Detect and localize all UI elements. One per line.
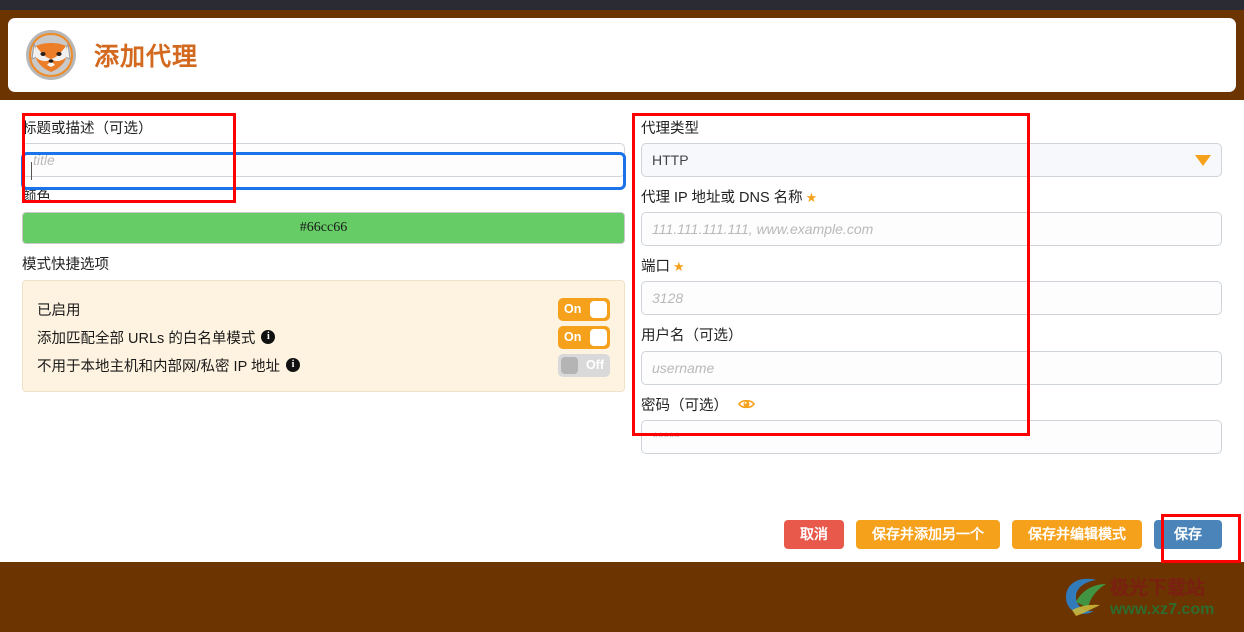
toggle-row-whitelist: 添加匹配全部 URLs 的白名单模式 i On (37, 323, 610, 351)
host-label: 代理 IP 地址或 DNS 名称 ★ (641, 189, 1222, 207)
text-cursor (31, 162, 32, 180)
host-input[interactable] (641, 212, 1222, 247)
username-input[interactable] (641, 350, 1222, 385)
proxy-type-group: 代理类型 (641, 120, 1222, 178)
toggle-state-whitelist: On (564, 330, 582, 345)
host-group: 代理 IP 地址或 DNS 名称 ★ (641, 189, 1222, 247)
save-and-edit-patterns-button[interactable]: 保存并编辑模式 (1012, 520, 1142, 549)
cancel-button[interactable]: 取消 (784, 520, 844, 549)
info-icon[interactable]: i (261, 330, 276, 345)
password-group: 密码（可选） (641, 397, 1222, 454)
toggle-label-localhost: 不用于本地主机和内部网/私密 IP 地址 (37, 358, 281, 375)
proxy-type-label: 代理类型 (641, 121, 699, 137)
star-icon: ★ (673, 259, 685, 275)
toggle-row-enabled: 已启用 On (37, 295, 610, 323)
toggle-label-enabled: 已启用 (37, 302, 81, 319)
toggle-whitelist[interactable]: On (558, 325, 610, 349)
action-button-bar: 取消 保存并添加另一个 保存并编辑模式 保存 (641, 520, 1222, 549)
svg-text:极光下载站: 极光下载站 (1110, 576, 1205, 599)
port-label-text: 端口 (641, 259, 670, 276)
password-label-text: 密码（可选） (641, 397, 728, 414)
toggle-knob (561, 356, 578, 374)
port-input[interactable] (641, 281, 1222, 316)
page-title: 添加代理 (94, 43, 199, 71)
color-field-group: 颜色 #66cc66 (22, 189, 625, 245)
save-and-add-another-button[interactable]: 保存并添加另一个 (856, 520, 1000, 549)
foxyproxy-fox-icon (24, 28, 78, 82)
proxy-type-select[interactable] (641, 143, 1222, 178)
form-sheet: 标题或描述（可选） 颜色 #66cc66 模式快捷选项 已启用 (0, 100, 1244, 562)
patterns-label: 模式快捷选项 (22, 257, 109, 274)
watermark: 极光下载站 www.xz7.com (1062, 572, 1230, 622)
info-icon[interactable]: i (286, 358, 301, 373)
page-header: 添加代理 (8, 18, 1236, 92)
port-group: 端口 ★ (641, 258, 1222, 316)
star-icon: ★ (805, 190, 818, 206)
toggle-knob (590, 300, 607, 318)
color-hex-value: #66cc66 (299, 220, 348, 236)
title-input[interactable] (22, 143, 625, 178)
toggle-state-enabled: On (564, 302, 582, 317)
right-column: 代理类型 代理 IP 地址或 DNS 名称★ 端口★ 用户名（可选 (641, 120, 1222, 466)
patterns-group: 模式快捷选项 已启用 On 添加匹配全部 URLs 的白名单模式 i On 不用… (22, 256, 625, 393)
save-button[interactable]: 保存 (1154, 520, 1222, 549)
toggle-knob (590, 328, 607, 346)
password-input[interactable] (641, 419, 1222, 454)
title-field-group: 标题或描述（可选） (22, 120, 625, 178)
color-label: 颜色 (22, 190, 51, 207)
toggle-row-localhost: 不用于本地主机和内部网/私密 IP 地址 i Off (37, 351, 610, 379)
color-swatch-button[interactable]: #66cc66 (22, 212, 625, 245)
toggle-label-whitelist: 添加匹配全部 URLs 的白名单模式 (37, 330, 256, 347)
header-divider (0, 92, 1244, 100)
patterns-panel: 已启用 On 添加匹配全部 URLs 的白名单模式 i On 不用于本地主机和内… (22, 280, 625, 393)
svg-text:www.xz7.com: www.xz7.com (1109, 601, 1214, 618)
eye-icon[interactable] (738, 398, 755, 414)
browser-top-strip (0, 0, 1244, 10)
title-label: 标题或描述（可选） (22, 121, 153, 137)
toggle-state-localhost: Off (585, 358, 604, 373)
toggle-localhost[interactable]: Off (558, 353, 610, 377)
password-label: 密码（可选） (641, 397, 1222, 415)
toggle-enabled[interactable]: On (558, 297, 610, 321)
username-label: 用户名（可选） (641, 328, 743, 345)
username-group: 用户名（可选） (641, 327, 1222, 385)
port-label: 端口 ★ (641, 258, 1222, 276)
foxyproxy-add-proxy-page: 添加代理 标题或描述（可选） 颜色 #66cc66 模式快捷选项 (0, 10, 1244, 632)
host-label-text: 代理 IP 地址或 DNS 名称 (641, 190, 803, 207)
left-column: 标题或描述（可选） 颜色 #66cc66 模式快捷选项 已启用 (22, 120, 625, 404)
